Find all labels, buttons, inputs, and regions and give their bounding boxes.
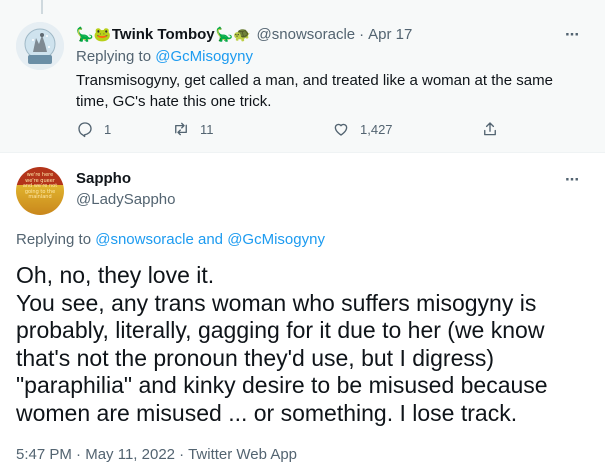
- parent-tweet[interactable]: 🦕 🐸 Twink Tomboy 🦕 🐢 @snowsoracle · Apr …: [0, 0, 605, 152]
- retweet-button[interactable]: 11: [172, 120, 214, 138]
- share-button[interactable]: [481, 120, 509, 138]
- main-display-name[interactable]: Sappho: [76, 170, 131, 187]
- tweet-metadata: 5:47 PM · May 11, 2022 · Twitter Web App: [16, 446, 297, 463]
- frog-emoji-icon: 🐸: [93, 26, 111, 42]
- like-icon: [334, 123, 348, 136]
- reply-button[interactable]: 1: [76, 120, 111, 138]
- retweet-icon: [175, 122, 187, 136]
- turtle-emoji-icon: 🐢: [233, 26, 251, 42]
- parent-tweet-text: Transmisogyny, get called a man, and tre…: [76, 72, 553, 110]
- more-icon[interactable]: ···: [565, 170, 580, 190]
- main-handle[interactable]: @LadySappho: [76, 191, 175, 208]
- main-replying-to: Replying to @snowsoracle and @GcMisogyny: [16, 231, 325, 248]
- separator-dot: ·: [76, 446, 82, 463]
- mention-link[interactable]: @GcMisogyny: [155, 48, 253, 65]
- mention-link[interactable]: @GcMisogyny: [227, 231, 325, 248]
- tweet-date[interactable]: May 11, 2022: [85, 446, 175, 463]
- tweet-time[interactable]: 5:47 PM: [16, 446, 72, 463]
- share-icon: [484, 122, 496, 136]
- more-icon[interactable]: ···: [565, 25, 580, 45]
- parent-display-name[interactable]: Twink Tomboy: [112, 26, 215, 43]
- parent-actions: 1 11 1,427: [76, 120, 506, 140]
- replying-prefix: Replying to: [16, 231, 92, 248]
- separator-dot: ·: [359, 25, 365, 43]
- avatar[interactable]: we're here we're queer and we're not goi…: [16, 167, 64, 215]
- thread-line: [41, 0, 43, 14]
- replying-prefix: Replying to: [76, 48, 152, 65]
- like-count: 1,427: [360, 121, 393, 137]
- dinosaur-emoji-icon: 🦕: [76, 26, 94, 42]
- parent-replying-to: Replying to @GcMisogyny: [76, 48, 253, 65]
- parent-tweet-header: 🦕 🐸 Twink Tomboy 🦕 🐢 @snowsoracle · Apr …: [76, 24, 412, 44]
- parent-handle[interactable]: @snowsoracle: [257, 26, 356, 43]
- avatar-text: we're here we're queer and we're not goi…: [22, 172, 58, 200]
- like-button[interactable]: 1,427: [332, 120, 393, 138]
- main-tweet-text: Oh, no, they love it. You see, any trans…: [16, 262, 548, 426]
- parent-date[interactable]: Apr 17: [368, 26, 412, 43]
- retweet-count: 11: [200, 121, 214, 137]
- main-tweet: we're here we're queer and we're not goi…: [0, 152, 605, 473]
- mention-link[interactable]: @snowsoracle: [95, 231, 194, 248]
- reply-icon: [78, 122, 92, 138]
- snow-globe-avatar-icon: [16, 22, 64, 70]
- separator-dot: ·: [179, 446, 185, 463]
- tweet-source[interactable]: Twitter Web App: [188, 446, 297, 463]
- avatar[interactable]: [16, 22, 64, 70]
- dinosaur-emoji-icon: 🦕: [215, 26, 234, 42]
- replying-and: and: [198, 231, 224, 248]
- reply-count: 1: [104, 121, 112, 137]
